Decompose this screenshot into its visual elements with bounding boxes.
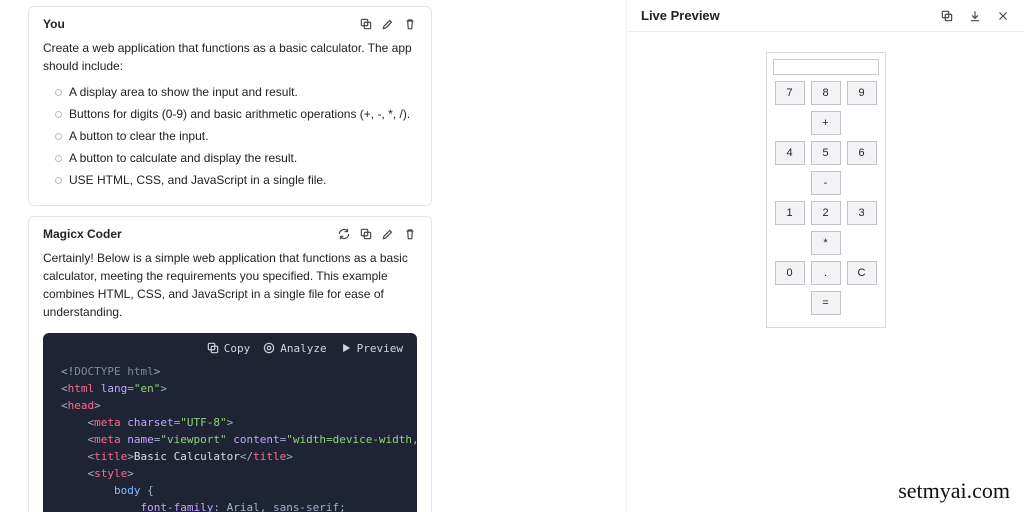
copy-icon[interactable] xyxy=(359,17,373,31)
preview-body: 789+456-123*0.C= xyxy=(627,32,1024,512)
requirement-item: A button to clear the input. xyxy=(55,127,417,145)
requirement-item: A button to calculate and display the re… xyxy=(55,149,417,167)
calc-key-0[interactable]: 0 xyxy=(775,261,805,285)
code-preview-button[interactable]: Preview xyxy=(339,341,403,355)
calc-key-7[interactable]: 7 xyxy=(775,81,805,105)
calc-key-6[interactable]: 6 xyxy=(847,141,877,165)
delete-icon[interactable] xyxy=(403,17,417,31)
requirement-item: A display area to show the input and res… xyxy=(55,83,417,101)
calc-key-=[interactable]: = xyxy=(811,291,841,315)
code-analyze-label: Analyze xyxy=(280,342,326,355)
code-content: <!DOCTYPE html> <html lang="en"> <head> … xyxy=(43,359,417,512)
assistant-message-header: Magicx Coder xyxy=(43,227,417,241)
calc-key-+[interactable]: + xyxy=(811,111,841,135)
assistant-name: Magicx Coder xyxy=(43,227,122,241)
preview-pane: Live Preview 789+456-123*0.C= xyxy=(626,0,1024,512)
user-message-actions xyxy=(359,17,417,31)
preview-actions xyxy=(940,9,1010,23)
calc-key-5[interactable]: 5 xyxy=(811,141,841,165)
requirements-list: A display area to show the input and res… xyxy=(43,83,417,189)
code-copy-label: Copy xyxy=(224,342,251,355)
code-copy-button[interactable]: Copy xyxy=(206,341,251,355)
calculator: 789+456-123*0.C= xyxy=(766,52,886,328)
regenerate-icon[interactable] xyxy=(337,227,351,241)
calc-key-*[interactable]: * xyxy=(811,231,841,255)
copy-icon xyxy=(206,341,220,355)
code-toolbar: Copy Analyze Preview xyxy=(43,333,417,359)
chat-pane: You Create a web application that functi… xyxy=(0,0,440,512)
user-prompt-text: Create a web application that functions … xyxy=(43,39,417,75)
edit-icon[interactable] xyxy=(381,17,395,31)
calc-key-3[interactable]: 3 xyxy=(847,201,877,225)
calculator-keys: 789+456-123*0.C= xyxy=(773,81,879,315)
copy-icon[interactable] xyxy=(940,9,954,23)
download-icon[interactable] xyxy=(968,9,982,23)
assistant-reply-text: Certainly! Below is a simple web applica… xyxy=(43,249,417,321)
preview-title: Live Preview xyxy=(641,8,720,23)
code-preview-label: Preview xyxy=(357,342,403,355)
assistant-message-card: Magicx Coder Certainly! Below is a simpl… xyxy=(28,216,432,512)
calc-key-.[interactable]: . xyxy=(811,261,841,285)
user-message-card: You Create a web application that functi… xyxy=(28,6,432,206)
calc-key-9[interactable]: 9 xyxy=(847,81,877,105)
requirement-item: Buttons for digits (0-9) and basic arith… xyxy=(55,105,417,123)
user-name: You xyxy=(43,17,65,31)
user-message-body: Create a web application that functions … xyxy=(43,39,417,189)
calc-key-C[interactable]: C xyxy=(847,261,877,285)
assistant-message-actions xyxy=(337,227,417,241)
calc-key-4[interactable]: 4 xyxy=(775,141,805,165)
code-analyze-button[interactable]: Analyze xyxy=(262,341,326,355)
requirement-item: USE HTML, CSS, and JavaScript in a singl… xyxy=(55,171,417,189)
calculator-display[interactable] xyxy=(773,59,879,75)
calc-key--[interactable]: - xyxy=(811,171,841,195)
calc-key-8[interactable]: 8 xyxy=(811,81,841,105)
preview-header: Live Preview xyxy=(627,0,1024,32)
user-message-header: You xyxy=(43,17,417,31)
play-icon xyxy=(339,341,353,355)
target-icon xyxy=(262,341,276,355)
close-icon[interactable] xyxy=(996,9,1010,23)
edit-icon[interactable] xyxy=(381,227,395,241)
calc-key-1[interactable]: 1 xyxy=(775,201,805,225)
delete-icon[interactable] xyxy=(403,227,417,241)
copy-icon[interactable] xyxy=(359,227,373,241)
watermark: setmyai.com xyxy=(898,478,1010,504)
code-block: Copy Analyze Preview <!DOCTYPE html> <ht… xyxy=(43,333,417,512)
calc-key-2[interactable]: 2 xyxy=(811,201,841,225)
